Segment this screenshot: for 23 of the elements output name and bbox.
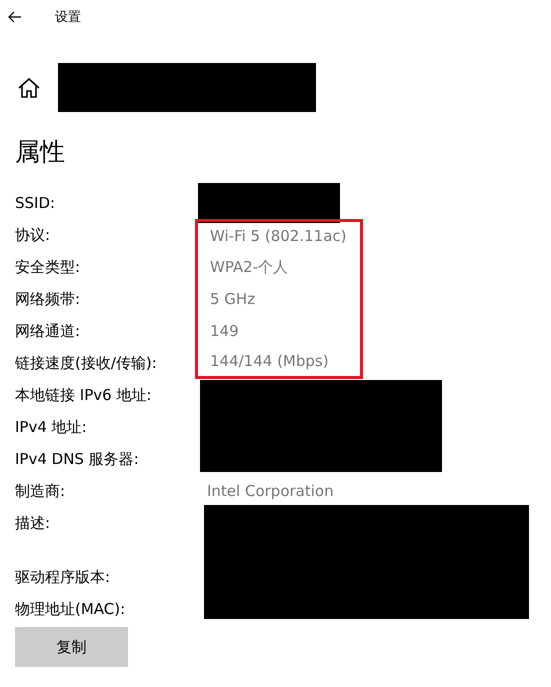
property-value: 5 GHz bbox=[195, 283, 363, 315]
window-title: 设置 bbox=[55, 9, 81, 26]
property-label: IPv4 地址: bbox=[15, 417, 88, 438]
back-icon[interactable] bbox=[8, 10, 22, 24]
home-icon[interactable] bbox=[17, 76, 41, 100]
copy-button[interactable]: 复制 bbox=[15, 627, 128, 667]
property-label: 制造商: bbox=[15, 481, 66, 502]
property-value: 149 bbox=[195, 315, 363, 347]
property-label: 网络频带: bbox=[15, 289, 82, 310]
property-label: 安全类型: bbox=[15, 257, 82, 278]
property-label: 描述: bbox=[15, 513, 52, 534]
property-label: 本地链接 IPv6 地址: bbox=[15, 385, 152, 406]
property-label: 物理地址(MAC): bbox=[15, 599, 126, 620]
property-label: IPv4 DNS 服务器: bbox=[15, 449, 140, 470]
property-value: Wi-Fi 5 (802.11ac) bbox=[195, 219, 363, 251]
property-label: 网络通道: bbox=[15, 321, 82, 342]
property-value: Intel Corporation bbox=[206, 481, 334, 502]
property-label: 驱动程序版本: bbox=[15, 567, 112, 588]
property-value: WPA2-个人 bbox=[195, 251, 363, 283]
section-title: 属性 bbox=[15, 139, 66, 165]
property-label: SSID: bbox=[15, 193, 56, 214]
property-label: 链接速度(接收/传输): bbox=[15, 353, 158, 374]
property-label: 协议: bbox=[15, 225, 52, 246]
